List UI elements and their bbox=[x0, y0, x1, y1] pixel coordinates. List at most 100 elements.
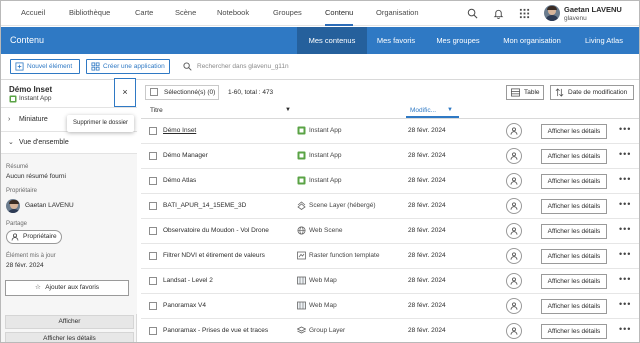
column-title[interactable]: Titre bbox=[150, 107, 163, 114]
row-checkbox[interactable] bbox=[149, 177, 157, 185]
more-options-icon[interactable]: ••• bbox=[619, 274, 631, 284]
selected-count: Sélectionné(s) (0) bbox=[164, 89, 216, 96]
more-options-icon[interactable]: ••• bbox=[619, 199, 631, 209]
nav-organisation[interactable]: Organisation bbox=[376, 1, 419, 26]
share-button[interactable] bbox=[506, 123, 522, 139]
nav-groupes[interactable]: Groupes bbox=[273, 1, 302, 26]
row-modified-date: 28 févr. 2024 bbox=[408, 152, 446, 159]
search-icon[interactable] bbox=[467, 8, 478, 19]
bell-icon[interactable] bbox=[493, 8, 504, 19]
row-modified-date: 28 févr. 2024 bbox=[408, 327, 446, 334]
share-button[interactable] bbox=[506, 148, 522, 164]
select-all-control[interactable]: Sélectionné(s) (0) bbox=[145, 85, 219, 100]
new-item-button[interactable]: Nouvel élément bbox=[10, 59, 80, 74]
row-checkbox[interactable] bbox=[149, 327, 157, 335]
row-title[interactable]: Observatoire du Moudon - Vol Drone bbox=[163, 227, 269, 234]
sort-button[interactable]: Date de modification bbox=[550, 85, 634, 100]
more-options-icon[interactable]: ••• bbox=[619, 299, 631, 309]
table-row[interactable]: Démo Inset Instant App 28 févr. 2024 Affich… bbox=[141, 119, 639, 144]
instant-app-icon bbox=[297, 126, 306, 135]
table-row[interactable]: Panoramax V4 Web Map 28 févr. 2024 Afficher… bbox=[141, 294, 639, 319]
create-app-button[interactable]: Créer une application bbox=[86, 59, 170, 74]
row-checkbox[interactable] bbox=[149, 302, 157, 310]
row-details-button[interactable]: Afficher les détails bbox=[541, 274, 607, 289]
user-avatar[interactable] bbox=[544, 5, 560, 21]
row-details-button[interactable]: Afficher les détails bbox=[541, 324, 607, 339]
row-checkbox[interactable] bbox=[149, 277, 157, 285]
share-button[interactable] bbox=[506, 273, 522, 289]
tab-mon-organisation[interactable]: Mon organisation bbox=[491, 27, 573, 54]
row-checkbox[interactable] bbox=[149, 152, 157, 160]
owner-label: Propriétaire bbox=[6, 188, 38, 194]
row-title[interactable]: Panoramax - Prises de vue et traces bbox=[163, 327, 268, 334]
table-header: Titre ▼ Modific... ▼ bbox=[141, 102, 639, 119]
table-view-button[interactable]: Table bbox=[506, 85, 544, 100]
share-button[interactable] bbox=[506, 298, 522, 314]
sharing-chip[interactable]: Propriétaire bbox=[6, 230, 62, 244]
row-details-button[interactable]: Afficher les détails bbox=[541, 174, 607, 189]
row-details-button[interactable]: Afficher les détails bbox=[541, 299, 607, 314]
open-item-button[interactable]: Afficher bbox=[5, 315, 134, 329]
add-favorite-button[interactable]: ☆ Ajouter aux favoris bbox=[5, 280, 129, 296]
tab-mes-contenus[interactable]: Mes contenus bbox=[297, 27, 367, 54]
summary-value: Aucun résumé fourni bbox=[6, 173, 66, 180]
view-details-button[interactable]: Afficher les détails bbox=[5, 332, 134, 342]
tab-living-atlas[interactable]: Living Atlas bbox=[573, 27, 635, 54]
user-name[interactable]: Gaetan LAVENU bbox=[564, 5, 622, 14]
more-options-icon[interactable]: ••• bbox=[619, 174, 631, 184]
table-row[interactable]: Landsat - Level 2 Web Map 28 févr. 2024 Aff… bbox=[141, 269, 639, 294]
row-details-button[interactable]: Afficher les détails bbox=[541, 199, 607, 214]
nav-bibliotheque[interactable]: Bibliothèque bbox=[69, 1, 110, 26]
table-row[interactable]: Filtrer NDVI et étirement de valeurs Rast… bbox=[141, 244, 639, 269]
close-details-button[interactable]: × bbox=[114, 78, 136, 107]
row-details-button[interactable]: Afficher les détails bbox=[541, 224, 607, 239]
select-all-checkbox[interactable] bbox=[150, 88, 158, 96]
row-checkbox[interactable] bbox=[149, 252, 157, 260]
table-row[interactable]: Démo Manager Instant App 28 févr. 2024 Affi… bbox=[141, 144, 639, 169]
row-title[interactable]: Panoramax V4 bbox=[163, 302, 206, 309]
tab-mes-favoris[interactable]: Mes favoris bbox=[367, 27, 425, 54]
tab-mes-groupes[interactable]: Mes groupes bbox=[425, 27, 491, 54]
title-sort-arrow-icon[interactable]: ▼ bbox=[285, 107, 291, 113]
share-button[interactable] bbox=[506, 198, 522, 214]
nav-carte[interactable]: Carte bbox=[135, 1, 153, 26]
row-checkbox[interactable] bbox=[149, 202, 157, 210]
share-button[interactable] bbox=[506, 248, 522, 264]
nav-notebook[interactable]: Notebook bbox=[217, 1, 249, 26]
more-options-icon[interactable]: ••• bbox=[619, 224, 631, 234]
nav-accueil[interactable]: Accueil bbox=[21, 1, 45, 26]
row-title[interactable]: BATI_APUR_14_15EME_3D bbox=[163, 202, 246, 209]
content-search-input[interactable]: Rechercher dans glavenu_g11n bbox=[197, 63, 289, 70]
more-options-icon[interactable]: ••• bbox=[619, 249, 631, 259]
owner-value[interactable]: Gaetan LAVENU bbox=[25, 202, 74, 209]
share-button[interactable] bbox=[506, 173, 522, 189]
row-checkbox[interactable] bbox=[149, 127, 157, 135]
overview-section-header[interactable]: ⌄ Vue d'ensemble bbox=[1, 132, 137, 154]
row-details-button[interactable]: Afficher les détails bbox=[541, 124, 607, 139]
row-checkbox[interactable] bbox=[149, 227, 157, 235]
row-title[interactable]: Démo Manager bbox=[163, 152, 208, 159]
share-button[interactable] bbox=[506, 323, 522, 339]
nav-scene[interactable]: Scène bbox=[175, 1, 196, 26]
more-options-icon[interactable]: ••• bbox=[619, 124, 631, 134]
table-row[interactable]: Panoramax - Prises de vue et traces Group… bbox=[141, 319, 639, 342]
column-modified[interactable]: Modific... bbox=[410, 107, 436, 114]
row-title[interactable]: Landsat - Level 2 bbox=[163, 277, 213, 284]
modified-sort-arrow-icon[interactable]: ▼ bbox=[447, 107, 453, 113]
overview-label: Vue d'ensemble bbox=[19, 139, 69, 146]
person-icon bbox=[510, 327, 518, 335]
share-button[interactable] bbox=[506, 223, 522, 239]
row-title[interactable]: Démo Atlas bbox=[163, 177, 196, 184]
table-row[interactable]: Observatoire du Moudon - Vol Drone Web Sc… bbox=[141, 219, 639, 244]
more-options-icon[interactable]: ••• bbox=[619, 149, 631, 159]
row-details-button[interactable]: Afficher les détails bbox=[541, 249, 607, 264]
row-details-button[interactable]: Afficher les détails bbox=[541, 149, 607, 164]
row-title[interactable]: Démo Inset bbox=[163, 127, 196, 134]
more-options-icon[interactable]: ••• bbox=[619, 324, 631, 334]
nav-contenu[interactable]: Contenu bbox=[325, 1, 354, 26]
table-row[interactable]: BATI_APUR_14_15EME_3D Scene Layer (héberg… bbox=[141, 194, 639, 219]
row-title[interactable]: Filtrer NDVI et étirement de valeurs bbox=[163, 252, 265, 259]
apps-grid-icon[interactable] bbox=[519, 8, 530, 19]
table-row[interactable]: Démo Atlas Instant App 28 févr. 2024 Affich… bbox=[141, 169, 639, 194]
row-modified-date: 28 févr. 2024 bbox=[408, 177, 446, 184]
